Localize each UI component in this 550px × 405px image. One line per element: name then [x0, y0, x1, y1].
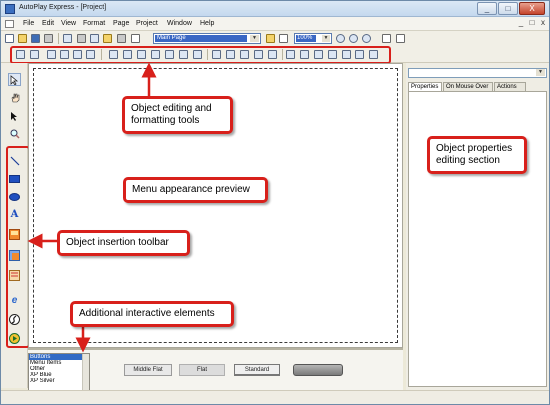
- undo-icon[interactable]: [63, 34, 72, 43]
- chevron-down-icon[interactable]: ▼: [536, 69, 545, 76]
- open-icon[interactable]: [18, 34, 27, 43]
- menu-edit[interactable]: Edit: [42, 20, 54, 27]
- menu-help[interactable]: Help: [200, 20, 214, 27]
- close-button[interactable]: X: [519, 2, 545, 15]
- flat-style-button[interactable]: Flat: [179, 364, 225, 376]
- standard-toolbar: [1, 31, 549, 46]
- close-page-icon[interactable]: [279, 34, 288, 43]
- zoom-icon[interactable]: [8, 127, 21, 140]
- duplicate-icon[interactable]: [117, 34, 126, 43]
- editing-tools-highlight: [10, 46, 391, 64]
- page-properties-icon[interactable]: [266, 34, 275, 43]
- callout-editing-tools: Object editing and formatting tools: [122, 96, 233, 134]
- menu-project[interactable]: Project: [136, 20, 158, 27]
- pointer-icon[interactable]: [8, 109, 21, 122]
- app-icon: [5, 4, 15, 14]
- menu-bar: File Edit View Format Page Project Windo…: [1, 17, 549, 31]
- style-gallery-panel: Buttons Menu Items Other XP Blue XP Silv…: [28, 348, 403, 391]
- chevron-down-icon[interactable]: ▼: [322, 35, 330, 42]
- callout-insertion-toolbar: Object insertion toolbar: [57, 230, 190, 256]
- callout-properties: Object properties editing section: [427, 136, 527, 174]
- document-icon: [5, 20, 14, 28]
- snap-icon[interactable]: [396, 34, 405, 43]
- paste-icon[interactable]: [103, 34, 112, 43]
- copy-icon[interactable]: [90, 34, 99, 43]
- menu-window[interactable]: Window: [167, 20, 192, 27]
- callout-menu-preview: Menu appearance preview: [123, 177, 268, 203]
- menu-file[interactable]: File: [23, 20, 34, 27]
- minimize-button[interactable]: _: [477, 2, 497, 15]
- status-bar: [1, 390, 549, 404]
- zoom-in-icon[interactable]: [336, 34, 345, 43]
- zoom-value: 100%: [296, 35, 316, 42]
- page-selector[interactable]: Main Page ▼: [153, 33, 261, 44]
- menu-view[interactable]: View: [61, 20, 76, 27]
- menu-page[interactable]: Page: [113, 20, 129, 27]
- title-bar: AutoPlay Express - [Project] _ □ X: [1, 1, 549, 17]
- callout-additional-elements: Additional interactive elements: [70, 301, 234, 327]
- hand-icon[interactable]: [8, 91, 21, 104]
- rounded-style-button[interactable]: [293, 364, 343, 376]
- mdi-restore-button[interactable]: □: [527, 19, 537, 28]
- list-item[interactable]: XP Silver: [29, 378, 89, 384]
- menu-format[interactable]: Format: [83, 20, 105, 27]
- mdi-close-button[interactable]: x: [538, 19, 548, 28]
- insertion-toolbar-highlight: [6, 146, 30, 348]
- maximize-button[interactable]: □: [498, 2, 518, 15]
- mdi-minimize-button[interactable]: _: [516, 19, 526, 28]
- app-window: AutoPlay Express - [Project] _ □ X File …: [0, 0, 550, 405]
- delete-icon[interactable]: [131, 34, 140, 43]
- page-selector-value: Main Page: [155, 35, 247, 42]
- save-icon[interactable]: [31, 34, 40, 43]
- new-icon[interactable]: [5, 34, 14, 43]
- middle-flat-style-button[interactable]: Middle Flat: [124, 364, 172, 376]
- style-category-list[interactable]: Buttons Menu Items Other XP Blue XP Silv…: [28, 353, 90, 391]
- select-arrow-icon[interactable]: [8, 73, 21, 86]
- zoom-fit-icon[interactable]: [362, 34, 371, 43]
- cut-icon[interactable]: [77, 34, 86, 43]
- grid-icon[interactable]: [382, 34, 391, 43]
- window-title: AutoPlay Express - [Project]: [19, 4, 107, 11]
- list-scrollbar[interactable]: [82, 354, 89, 390]
- zoom-selector[interactable]: 100% ▼: [294, 33, 332, 44]
- zoom-out-icon[interactable]: [349, 34, 358, 43]
- chevron-down-icon[interactable]: ▼: [250, 35, 259, 42]
- standard-style-button[interactable]: Standard: [234, 364, 280, 376]
- object-selector[interactable]: ▼: [408, 68, 547, 78]
- properties-panel: ▼ Properties On Mouse Over Actions: [406, 63, 549, 390]
- print-icon[interactable]: [44, 34, 53, 43]
- toolbar-separator: [58, 33, 59, 44]
